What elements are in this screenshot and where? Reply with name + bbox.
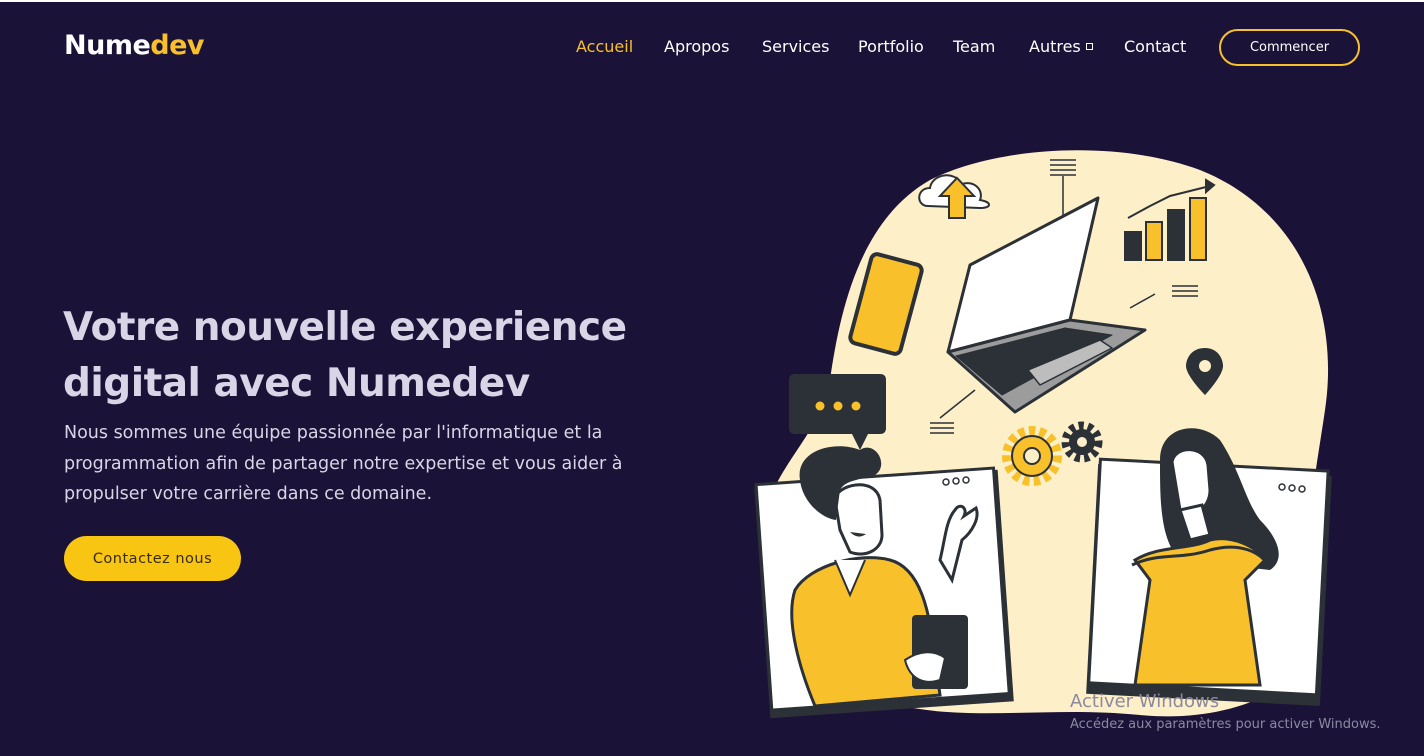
hero-title-line2: digital avec Numedev <box>63 361 530 406</box>
contact-button[interactable]: Contactez nous <box>64 536 241 581</box>
hero-illustration <box>754 150 1332 719</box>
nav-item-contact[interactable]: Contact <box>1124 37 1186 56</box>
hero-title-line1: Votre nouvelle experience <box>63 305 627 350</box>
windows-activation-title: Activer Windows <box>1070 691 1220 712</box>
nav-item-services[interactable]: Services <box>762 37 829 56</box>
brand-name-part2: dev <box>150 30 205 61</box>
hero-title: Votre nouvelle experience digital avec N… <box>63 300 723 412</box>
windows-activation-subtitle: Accédez aux paramètres pour activer Wind… <box>1070 717 1381 732</box>
brand-logo[interactable]: Numedev <box>64 30 205 61</box>
nav-item-portfolio[interactable]: Portfolio <box>858 37 924 56</box>
nav-item-team[interactable]: Team <box>953 37 995 56</box>
nav-item-apropos[interactable]: Apropos <box>664 37 729 56</box>
man-video-window <box>754 446 1014 719</box>
dropdown-icon <box>1085 43 1093 50</box>
nav-item-autres[interactable]: Autres <box>1029 37 1093 56</box>
nav-item-accueil[interactable]: Accueil <box>576 37 633 56</box>
hero-description: Nous sommes une équipe passionnée par l'… <box>64 423 623 504</box>
woman-video-window <box>1086 428 1332 706</box>
nav-item-autres-label: Autres <box>1029 37 1081 56</box>
brand-name-part1: Nume <box>64 30 151 61</box>
commencer-button[interactable]: Commencer <box>1219 29 1360 66</box>
site-header: Numedev Accueil Apropos Services Portfol… <box>0 2 1424 92</box>
